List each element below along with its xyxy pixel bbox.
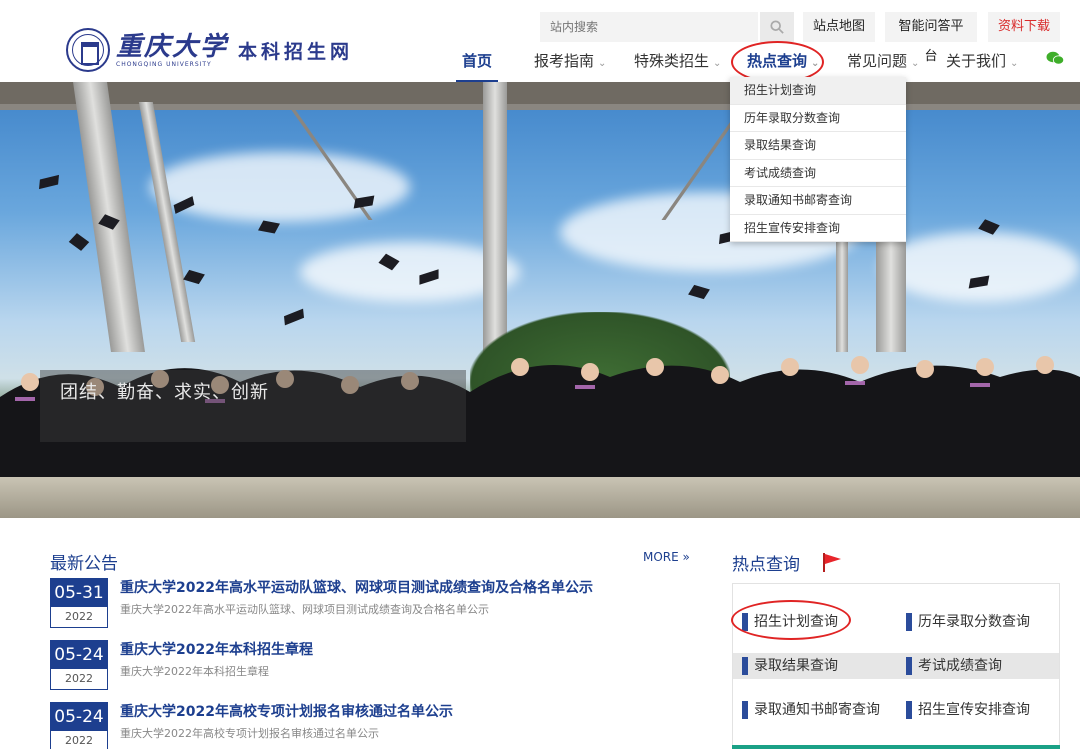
news-title-link[interactable]: 重庆大学2022年高水平运动队篮球、网球项目测试成绩查询及合格名单公示 [120, 577, 593, 597]
wechat-icon[interactable] [1046, 51, 1064, 65]
nav-about[interactable]: 关于我们 ⌄ [946, 50, 1018, 75]
hot-link-exam-score[interactable]: 考试成绩查询 [906, 656, 1002, 676]
hero-slogan: 团结、勤奋、求实、创新 [60, 382, 269, 403]
nav-faq[interactable]: 常见问题 ⌄ [847, 50, 919, 75]
news-title-link[interactable]: 重庆大学2022年高校专项计划报名审核通过名单公示 [120, 701, 453, 721]
hot-query-dropdown: 招生计划查询 历年录取分数查询 录取结果查询 考试成绩查询 录取通知书邮寄查询 … [730, 77, 906, 242]
download-button[interactable]: 资料下载 [988, 12, 1060, 42]
sitemap-button[interactable]: 站点地图 [803, 12, 875, 42]
smart-qa-button[interactable]: 智能问答平台 [885, 12, 977, 64]
hot-query-title: 热点查询 [732, 555, 800, 575]
nav-home[interactable]: 首页 [455, 50, 499, 82]
news-summary: 重庆大学2022年本科招生章程 [120, 665, 269, 678]
news-title-link[interactable]: 重庆大学2022年本科招生章程 [120, 639, 313, 659]
dropdown-item-notice-mailing[interactable]: 录取通知书邮寄查询 [730, 187, 906, 215]
dropdown-item-admission-result[interactable]: 录取结果查询 [730, 132, 906, 160]
search-button[interactable] [760, 12, 794, 42]
logo-english-name: CHONGQING UNIVERSITY [116, 60, 212, 68]
nav-special[interactable]: 特殊类招生 ⌄ [634, 50, 721, 75]
chevron-down-icon: ⌄ [598, 58, 607, 69]
university-seal-icon [66, 28, 110, 72]
news-more-link[interactable]: MORE » [643, 550, 690, 564]
search-icon [770, 20, 784, 34]
news-section-title: 最新公告 [50, 554, 118, 574]
date-badge: 05-31 2022 [50, 578, 108, 628]
site-header: 重庆大学 CHONGQING UNIVERSITY 本科招生网 站点地图 智能问… [0, 0, 1080, 82]
news-item[interactable]: 05-31 2022 重庆大学2022年高水平运动队篮球、网球项目测试成绩查询及… [50, 578, 650, 634]
annotation-circle-hot-link [731, 600, 851, 640]
site-name: 本科招生网 [238, 40, 354, 63]
news-summary: 重庆大学2022年高水平运动队篮球、网球项目测试成绩查询及合格名单公示 [120, 603, 489, 616]
red-flag-icon [823, 553, 841, 572]
news-summary: 重庆大学2022年高校专项计划报名审核通过名单公示 [120, 727, 379, 740]
hot-link-promotion-schedule[interactable]: 招生宣传安排查询 [906, 700, 1030, 720]
site-logo[interactable]: 重庆大学 CHONGQING UNIVERSITY 本科招生网 [66, 26, 353, 74]
dropdown-item-enrollment-plan[interactable]: 招生计划查询 [730, 77, 906, 105]
dropdown-item-exam-score[interactable]: 考试成绩查询 [730, 160, 906, 187]
hot-link-admission-result[interactable]: 录取结果查询 [742, 656, 838, 676]
search-input[interactable] [540, 12, 758, 42]
hero-banner: 团结、勤奋、求实、创新 [0, 82, 1080, 518]
date-badge: 05-24 2022 [50, 702, 108, 749]
news-item[interactable]: 05-24 2022 重庆大学2022年本科招生章程 重庆大学2022年本科招生… [50, 640, 650, 696]
chevron-down-icon: ⌄ [713, 58, 722, 69]
chevron-down-icon: ⌄ [911, 58, 920, 69]
chevron-down-icon: ⌄ [1010, 58, 1019, 69]
dropdown-item-past-scores[interactable]: 历年录取分数查询 [730, 105, 906, 132]
news-item[interactable]: 05-24 2022 重庆大学2022年高校专项计划报名审核通过名单公示 重庆大… [50, 702, 650, 749]
nav-guide[interactable]: 报考指南 ⌄ [534, 50, 606, 75]
logo-chinese-name: 重庆大学 [116, 31, 229, 62]
date-badge: 05-24 2022 [50, 640, 108, 690]
hot-link-notice-mailing[interactable]: 录取通知书邮寄查询 [742, 700, 880, 720]
dropdown-item-promotion-schedule[interactable]: 招生宣传安排查询 [730, 215, 906, 242]
hot-link-past-scores[interactable]: 历年录取分数查询 [906, 612, 1030, 632]
